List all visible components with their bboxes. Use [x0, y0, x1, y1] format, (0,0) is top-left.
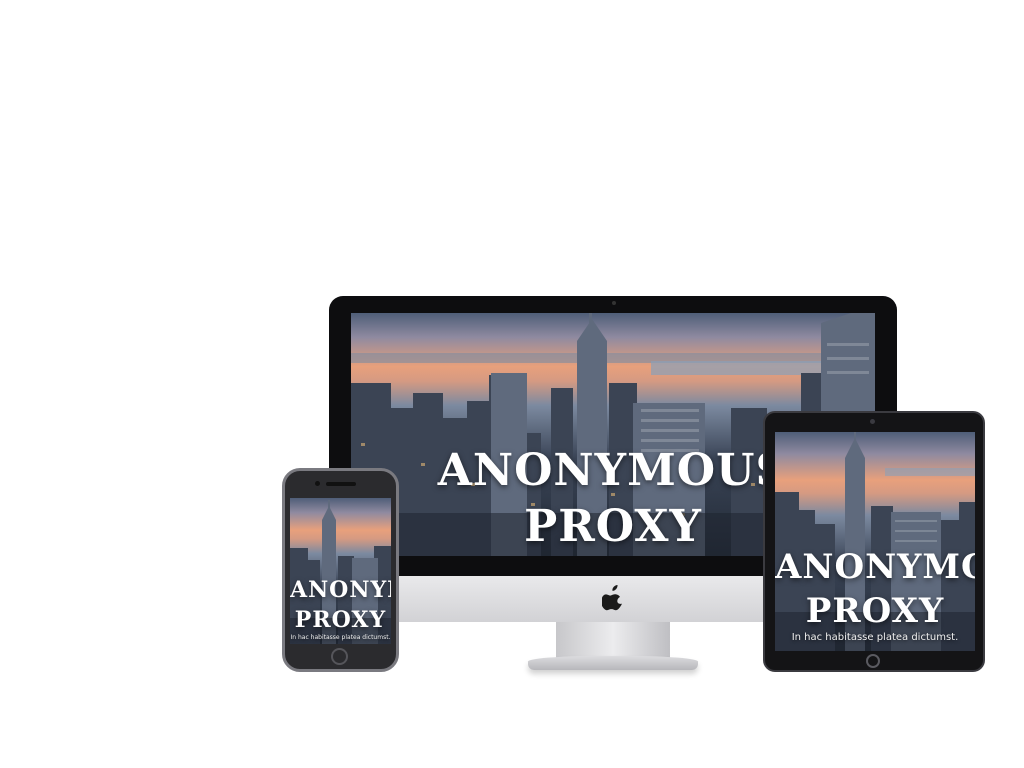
tablet-hero-title-line1: ANONYMOUS: [775, 547, 975, 587]
tablet-device: ANONYMOUS PROXY In hac habitasse platea …: [763, 411, 985, 672]
desktop-camera-dot: [612, 301, 616, 305]
smartphone-hero-tagline: In hac habitasse platea dictumst.: [290, 634, 391, 641]
tablet-home-button: [866, 654, 880, 668]
tablet-camera-dot: [870, 419, 875, 424]
device-mockup-stage: ANONYMOUS PROXY ANONY PROXY In hac habit…: [0, 0, 1024, 768]
smartphone-hero-title-line1: ANONYMOUS: [290, 577, 391, 603]
tablet-hero-title-line2: PROXY: [805, 591, 945, 631]
tablet-hero-tagline: In hac habitasse platea dictumst.: [791, 632, 959, 643]
smartphone-hero-title-line2: PROXY: [294, 607, 387, 633]
desktop-stand-neck: [556, 622, 670, 660]
smartphone-screen: ANONYMOUS PROXY In hac habitasse platea …: [290, 498, 391, 644]
smartphone-camera-dot: [315, 481, 320, 486]
smartphone-speaker: [326, 482, 356, 486]
apple-logo-icon: [602, 585, 622, 611]
desktop-stand-foot: [528, 656, 698, 670]
smartphone-device: ANONYMOUS PROXY In hac habitasse platea …: [282, 468, 399, 672]
tablet-screen: ANONYMOUS PROXY In hac habitasse platea …: [775, 432, 975, 651]
smartphone-home-button: [331, 648, 348, 665]
